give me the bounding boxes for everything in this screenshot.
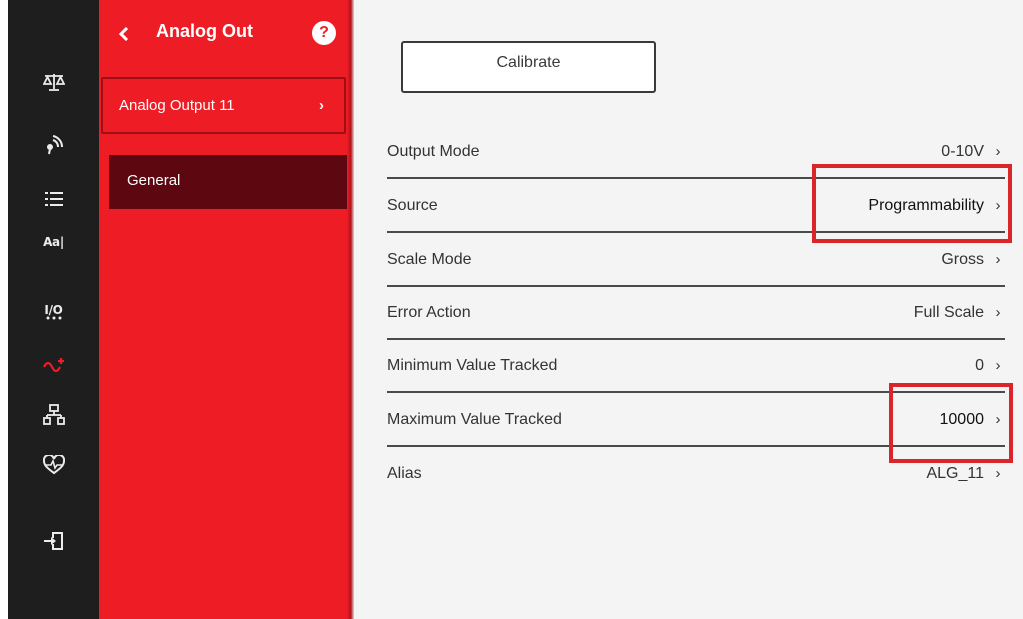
menu-item-analog-output-11[interactable]: Analog Output 11 › [101,77,346,134]
panel-header: Analog Out ? [99,14,353,54]
row-divider [387,231,1005,233]
chevron-right-icon: › [995,411,1001,428]
chevron-right-icon: › [995,197,1001,214]
help-icon: ? [319,24,329,41]
wireless-icon[interactable] [8,129,99,161]
panel-title: Analog Out [156,21,253,41]
menu-panel: Analog Out ? Analog Output 11 › General [99,0,353,619]
chevron-right-icon: › [995,465,1001,482]
calibrate-button[interactable]: Calibrate [401,41,656,93]
setting-row-maximum-value-tracked[interactable]: Maximum Value Tracked 10000 › [387,394,1005,447]
io-icon[interactable]: I/O [8,296,99,328]
chevron-right-icon: › [995,251,1001,268]
setting-row-error-action[interactable]: Error Action Full Scale › [387,287,1005,340]
logout-icon[interactable] [8,525,99,557]
menu-item-general[interactable]: General [109,155,353,209]
health-icon[interactable] [8,449,99,481]
chevron-right-icon: › [995,357,1001,374]
panel-divider [347,0,354,619]
settings-content: Calibrate Output Mode 0-10V › Source Pro… [354,0,1023,619]
analog-out-icon[interactable] [8,349,99,381]
row-divider [387,177,1005,179]
back-button[interactable] [113,20,135,48]
chevron-left-icon [119,27,129,41]
setting-row-output-mode[interactable]: Output Mode 0-10V › [387,126,1005,179]
font-icon[interactable]: Aa| [8,226,99,258]
chevron-right-icon: › [995,304,1001,321]
scale-icon[interactable] [8,66,99,98]
chevron-right-icon: › [319,97,324,114]
setting-row-minimum-value-tracked[interactable]: Minimum Value Tracked 0 › [387,340,1005,393]
list-icon[interactable] [8,183,99,215]
app-frame: Aa| I/O Analog Out ? Analog Output 11 › … [8,0,1023,619]
help-button[interactable]: ? [312,21,336,45]
network-icon[interactable] [8,399,99,431]
setting-row-alias[interactable]: Alias ALG_11 › [387,448,1005,500]
setting-row-source[interactable]: Source Programmability › [387,180,1005,233]
row-divider [387,445,1005,447]
icon-rail: Aa| I/O [8,0,99,619]
setting-row-scale-mode[interactable]: Scale Mode Gross › [387,234,1005,287]
chevron-right-icon: › [995,143,1001,160]
row-divider [387,391,1005,393]
